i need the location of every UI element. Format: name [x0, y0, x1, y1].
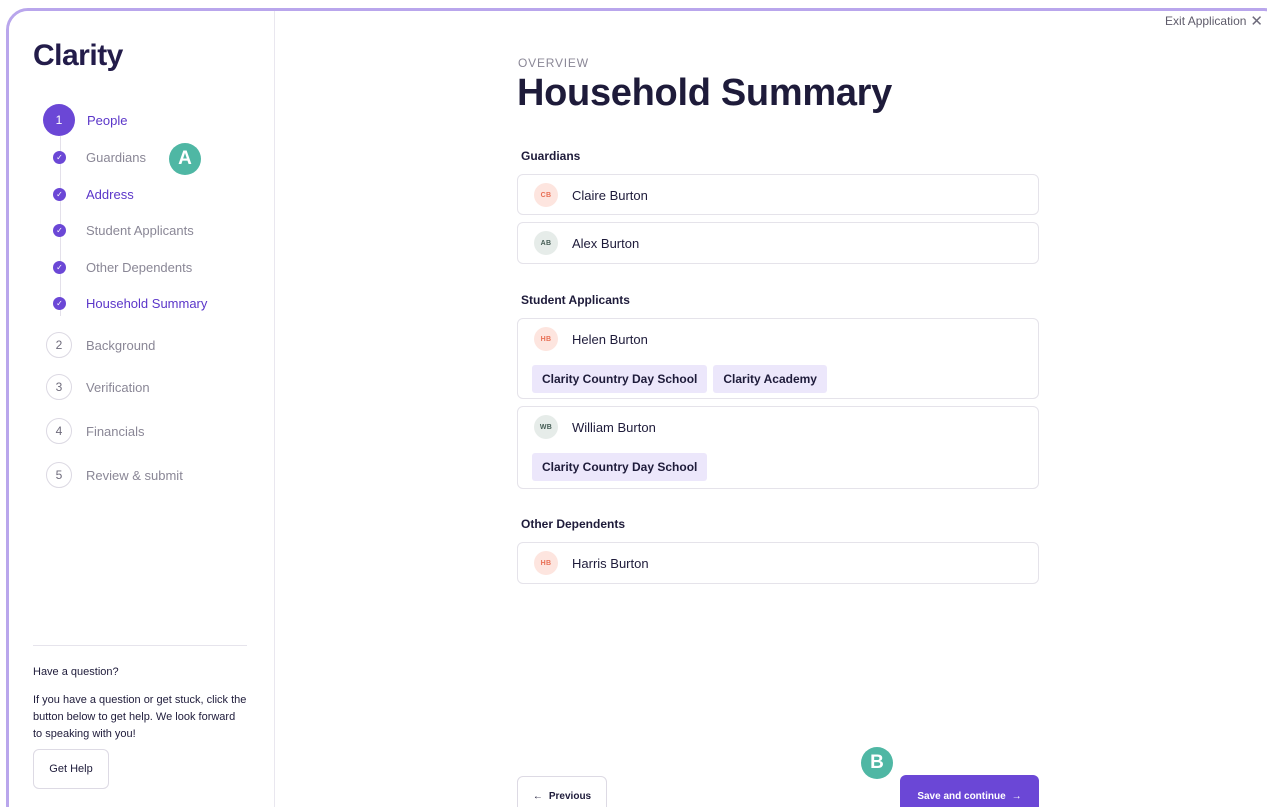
school-tag: Clarity Academy — [713, 365, 827, 393]
step-review-submit[interactable]: 5 Review & submit — [43, 462, 183, 488]
check-icon: ✓ — [53, 261, 66, 274]
check-icon: ✓ — [53, 151, 66, 164]
substep-label: Household Summary — [86, 296, 208, 311]
avatar: HB — [534, 551, 558, 575]
substep-label: Address — [86, 187, 134, 202]
step-label: Financials — [86, 423, 145, 439]
arrow-right-icon: → — [1011, 790, 1022, 802]
step-label: Review & submit — [86, 467, 183, 483]
person-name: Harris Burton — [572, 555, 649, 571]
section-heading-student-applicants: Student Applicants — [521, 293, 630, 307]
exit-label: Exit Application — [1165, 14, 1247, 28]
arrow-left-icon: ← — [532, 790, 543, 802]
person-card: CB Claire Burton — [517, 174, 1039, 215]
substep-guardians[interactable]: ✓ Guardians — [43, 150, 146, 165]
help-title: Have a question? — [33, 666, 119, 678]
person-card: WB William Burton Clarity Country Day Sc… — [517, 406, 1039, 489]
section-heading-other-dependents: Other Dependents — [521, 517, 626, 531]
step-number: 4 — [46, 418, 72, 444]
step-financials[interactable]: 4 Financials — [43, 418, 145, 444]
person-card: HB Helen Burton Clarity Country Day Scho… — [517, 318, 1039, 399]
person-row: HB Helen Burton — [534, 327, 648, 351]
substep-address[interactable]: ✓ Address — [43, 187, 134, 202]
callout-marker-a: A — [169, 143, 201, 175]
person-name: Claire Burton — [572, 187, 648, 203]
get-help-button[interactable]: Get Help — [33, 749, 109, 789]
avatar: AB — [534, 231, 558, 255]
person-row: HB Harris Burton — [534, 551, 649, 575]
check-icon: ✓ — [53, 224, 66, 237]
person-name: Alex Burton — [572, 235, 640, 251]
step-background[interactable]: 2 Background — [43, 332, 155, 358]
avatar: WB — [534, 415, 558, 439]
step-number: 2 — [46, 332, 72, 358]
step-label: Verification — [86, 379, 150, 395]
school-tags: Clarity Country Day School Clarity Acade… — [532, 365, 827, 393]
app-logo: Clarity — [33, 39, 123, 72]
avatar: CB — [534, 183, 558, 207]
sidebar: Clarity 1 People ✓ Guardians ✓ Address ✓… — [9, 11, 275, 807]
step-number: 5 — [46, 462, 72, 488]
step-verification[interactable]: 3 Verification — [43, 374, 150, 400]
page-title: Household Summary — [517, 72, 892, 114]
check-icon: ✓ — [53, 188, 66, 201]
previous-label: Previous — [548, 790, 592, 802]
exit-application-link[interactable]: Exit Application ✕ — [1165, 12, 1263, 30]
step-people[interactable]: 1 People — [43, 104, 127, 136]
help-text: If you have a question or get stuck, cli… — [33, 694, 247, 740]
school-tag: Clarity Country Day School — [532, 453, 708, 481]
save-label: Save and continue — [917, 790, 1006, 802]
substep-other-dependents[interactable]: ✓ Other Dependents — [43, 260, 192, 275]
person-name: Helen Burton — [572, 331, 648, 347]
previous-button[interactable]: ← Previous — [517, 776, 607, 807]
check-icon: ✓ — [53, 297, 66, 310]
person-row: WB William Burton — [534, 415, 656, 439]
person-row: CB Claire Burton — [534, 183, 648, 207]
save-and-continue-button[interactable]: Save and continue → — [900, 775, 1039, 807]
step-number: 3 — [46, 374, 72, 400]
substep-student-applicants[interactable]: ✓ Student Applicants — [43, 223, 194, 238]
substep-household-summary[interactable]: ✓ Household Summary — [43, 296, 207, 311]
school-tags: Clarity Country Day School — [532, 453, 708, 481]
person-row: AB Alex Burton — [534, 231, 639, 255]
step-label: Background — [86, 337, 156, 353]
avatar: HB — [534, 327, 558, 351]
page-eyebrow: OVERVIEW — [518, 56, 589, 70]
person-card: HB Harris Burton — [517, 542, 1039, 584]
callout-marker-b: B — [861, 747, 893, 779]
sidebar-divider — [33, 645, 247, 646]
school-tag: Clarity Country Day School — [532, 365, 708, 393]
substep-label: Other Dependents — [86, 260, 193, 275]
section-heading-guardians: Guardians — [521, 149, 581, 163]
substep-label: Student Applicants — [86, 223, 194, 238]
person-card: AB Alex Burton — [517, 222, 1039, 264]
step-number: 1 — [43, 104, 75, 136]
person-name: William Burton — [572, 419, 656, 435]
close-icon: ✕ — [1250, 13, 1263, 30]
step-label: People — [87, 112, 128, 128]
substep-label: Guardians — [86, 150, 146, 165]
